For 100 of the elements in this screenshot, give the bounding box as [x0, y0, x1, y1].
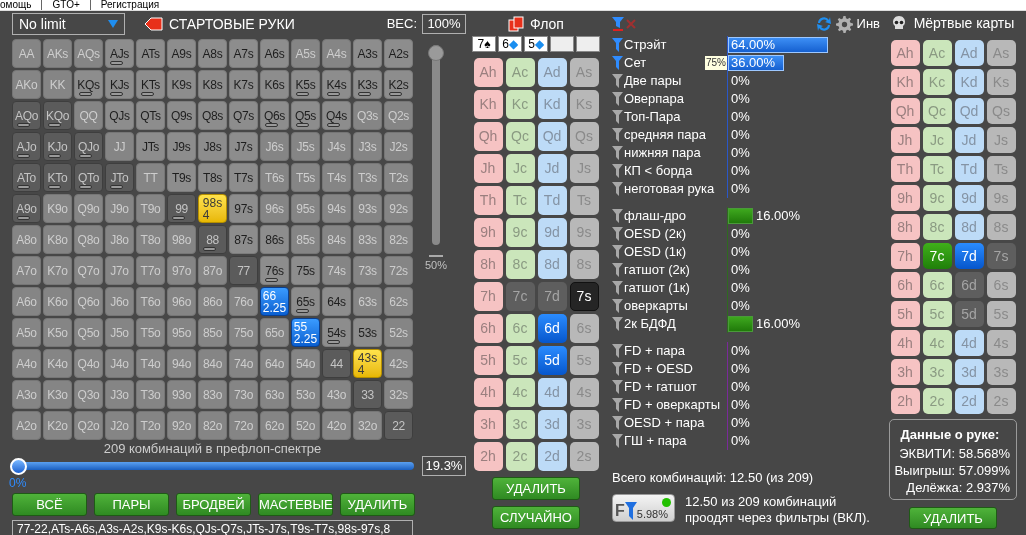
hand-cell[interactable]: 92o — [167, 411, 196, 440]
hand-cell[interactable]: T3s — [353, 163, 382, 192]
card-tile[interactable]: Qd — [954, 98, 984, 124]
hand-cell[interactable]: J3s — [353, 132, 382, 161]
hand-cell[interactable]: K2s — [384, 70, 413, 99]
hand-cell[interactable]: A3s — [353, 39, 382, 68]
hand-cell[interactable]: QJs — [105, 101, 134, 130]
card-tile[interactable]: 9h — [890, 185, 920, 211]
hand-cell[interactable]: Q2o — [74, 411, 103, 440]
settings-icon[interactable] — [835, 15, 853, 33]
filter-icon[interactable] — [612, 263, 623, 277]
hand-cell[interactable]: 64o — [260, 349, 289, 378]
card-tile[interactable]: 5d — [537, 346, 567, 375]
hand-cell[interactable]: QTs — [136, 101, 165, 130]
card-tile[interactable]: 3c — [922, 359, 952, 385]
hand-cell[interactable]: 55 2.25 — [291, 318, 320, 347]
card-tile[interactable]: 5d — [954, 301, 984, 327]
card-tile[interactable]: 8h — [473, 250, 503, 279]
hand-cell[interactable]: 52o — [291, 411, 320, 440]
hand-cell[interactable]: J3o — [105, 380, 134, 409]
card-tile[interactable]: Qd — [537, 122, 567, 151]
hand-cell[interactable]: 72s — [384, 256, 413, 285]
hand-cell[interactable]: A9o — [12, 194, 41, 223]
hand-cell[interactable]: AQs — [74, 39, 103, 68]
hand-cell[interactable]: Q7o — [74, 256, 103, 285]
hand-cell[interactable]: K9s — [167, 70, 196, 99]
hand-cell[interactable]: K8s — [198, 70, 227, 99]
hand-cell[interactable]: A3o — [12, 380, 41, 409]
hand-cell[interactable]: J2o — [105, 411, 134, 440]
card-tile[interactable]: Tc — [505, 186, 535, 215]
hand-cell[interactable]: Q5o — [74, 318, 103, 347]
hand-cell[interactable]: JJ — [105, 132, 134, 161]
hand-cell[interactable]: AA — [12, 39, 41, 68]
hand-cell[interactable]: 98o — [167, 225, 196, 254]
hand-cell[interactable]: Q6o — [74, 287, 103, 316]
hand-cell[interactable]: T5o — [136, 318, 165, 347]
hand-cell[interactable]: 92s — [384, 194, 413, 223]
card-tile[interactable]: Kd — [954, 69, 984, 95]
card-tile[interactable]: 7h — [473, 282, 503, 311]
hand-cell[interactable]: Q9o — [74, 194, 103, 223]
hand-cell[interactable]: T7o — [136, 256, 165, 285]
card-tile[interactable]: 9d — [537, 218, 567, 247]
hand-cell[interactable]: 98s 4 — [198, 194, 227, 223]
hand-cell[interactable]: 95o — [167, 318, 196, 347]
card-tile[interactable]: Kh — [473, 90, 503, 119]
hand-cell[interactable]: Q5s — [291, 101, 320, 130]
hand-cell[interactable]: 93o — [167, 380, 196, 409]
filter-icon[interactable] — [612, 227, 623, 241]
hand-cell[interactable]: J7o — [105, 256, 134, 285]
hand-cell[interactable]: 75o — [229, 318, 258, 347]
hand-cell[interactable]: T4o — [136, 349, 165, 378]
hand-cell[interactable]: AQo — [12, 101, 41, 130]
filter-icon[interactable] — [612, 38, 623, 52]
hand-cell[interactable]: KJs — [105, 70, 134, 99]
board-card[interactable]: 7♠ — [472, 36, 496, 52]
card-tile[interactable]: Td — [537, 186, 567, 215]
hand-cell[interactable]: QTo — [74, 163, 103, 192]
refresh-icon[interactable] — [814, 15, 833, 33]
hand-cell[interactable]: J6o — [105, 287, 134, 316]
hand-cell[interactable]: QJo — [74, 132, 103, 161]
card-tile[interactable]: Qc — [505, 122, 535, 151]
card-tile[interactable]: Th — [890, 156, 920, 182]
card-tile[interactable]: 4h — [890, 330, 920, 356]
hand-cell[interactable]: 86s — [260, 225, 289, 254]
card-tile[interactable]: Jh — [473, 154, 503, 183]
hand-cell[interactable]: 77 — [229, 256, 258, 285]
hand-cell[interactable]: Q3s — [353, 101, 382, 130]
hand-cell[interactable]: T8o — [136, 225, 165, 254]
card-tile[interactable]: 2h — [890, 388, 920, 414]
action-button[interactable]: ВСЁ — [12, 493, 87, 516]
hand-cell[interactable]: A9s — [167, 39, 196, 68]
hand-cell[interactable]: KQo — [43, 101, 72, 130]
hand-cell[interactable]: 62o — [260, 411, 289, 440]
hand-cell[interactable]: ATs — [136, 39, 165, 68]
hand-cell[interactable]: A6s — [260, 39, 289, 68]
hand-cell[interactable]: Q7s — [229, 101, 258, 130]
card-tile[interactable]: Kh — [890, 69, 920, 95]
card-tile[interactable]: 6c — [922, 272, 952, 298]
hand-cell[interactable]: Q8s — [198, 101, 227, 130]
card-tile[interactable]: 3c — [505, 410, 535, 439]
hand-cell[interactable]: Q2s — [384, 101, 413, 130]
menu-item[interactable]: GTO+ — [41, 0, 90, 10]
filter-icon[interactable] — [612, 182, 623, 196]
hand-cell[interactable]: 65s — [291, 287, 320, 316]
card-tile[interactable]: 9c — [922, 185, 952, 211]
hand-cell[interactable]: J4o — [105, 349, 134, 378]
card-tile[interactable]: Td — [954, 156, 984, 182]
filter-icon[interactable] — [612, 281, 623, 295]
card-tile[interactable]: 6d — [537, 314, 567, 343]
hand-cell[interactable]: Q9s — [167, 101, 196, 130]
action-button[interactable]: УДАЛИТЬ — [340, 493, 415, 516]
menu-item[interactable]: омощь — [0, 0, 42, 10]
hand-cell[interactable]: T5s — [291, 163, 320, 192]
hand-cell[interactable]: A4s — [322, 39, 351, 68]
hand-cell[interactable]: J5s — [291, 132, 320, 161]
hand-cell[interactable]: 73s — [353, 256, 382, 285]
hand-cell[interactable]: J6s — [260, 132, 289, 161]
hand-cell[interactable]: 43s 4 — [353, 349, 382, 378]
hand-cell[interactable]: J4s — [322, 132, 351, 161]
hand-cell[interactable]: Q8o — [74, 225, 103, 254]
